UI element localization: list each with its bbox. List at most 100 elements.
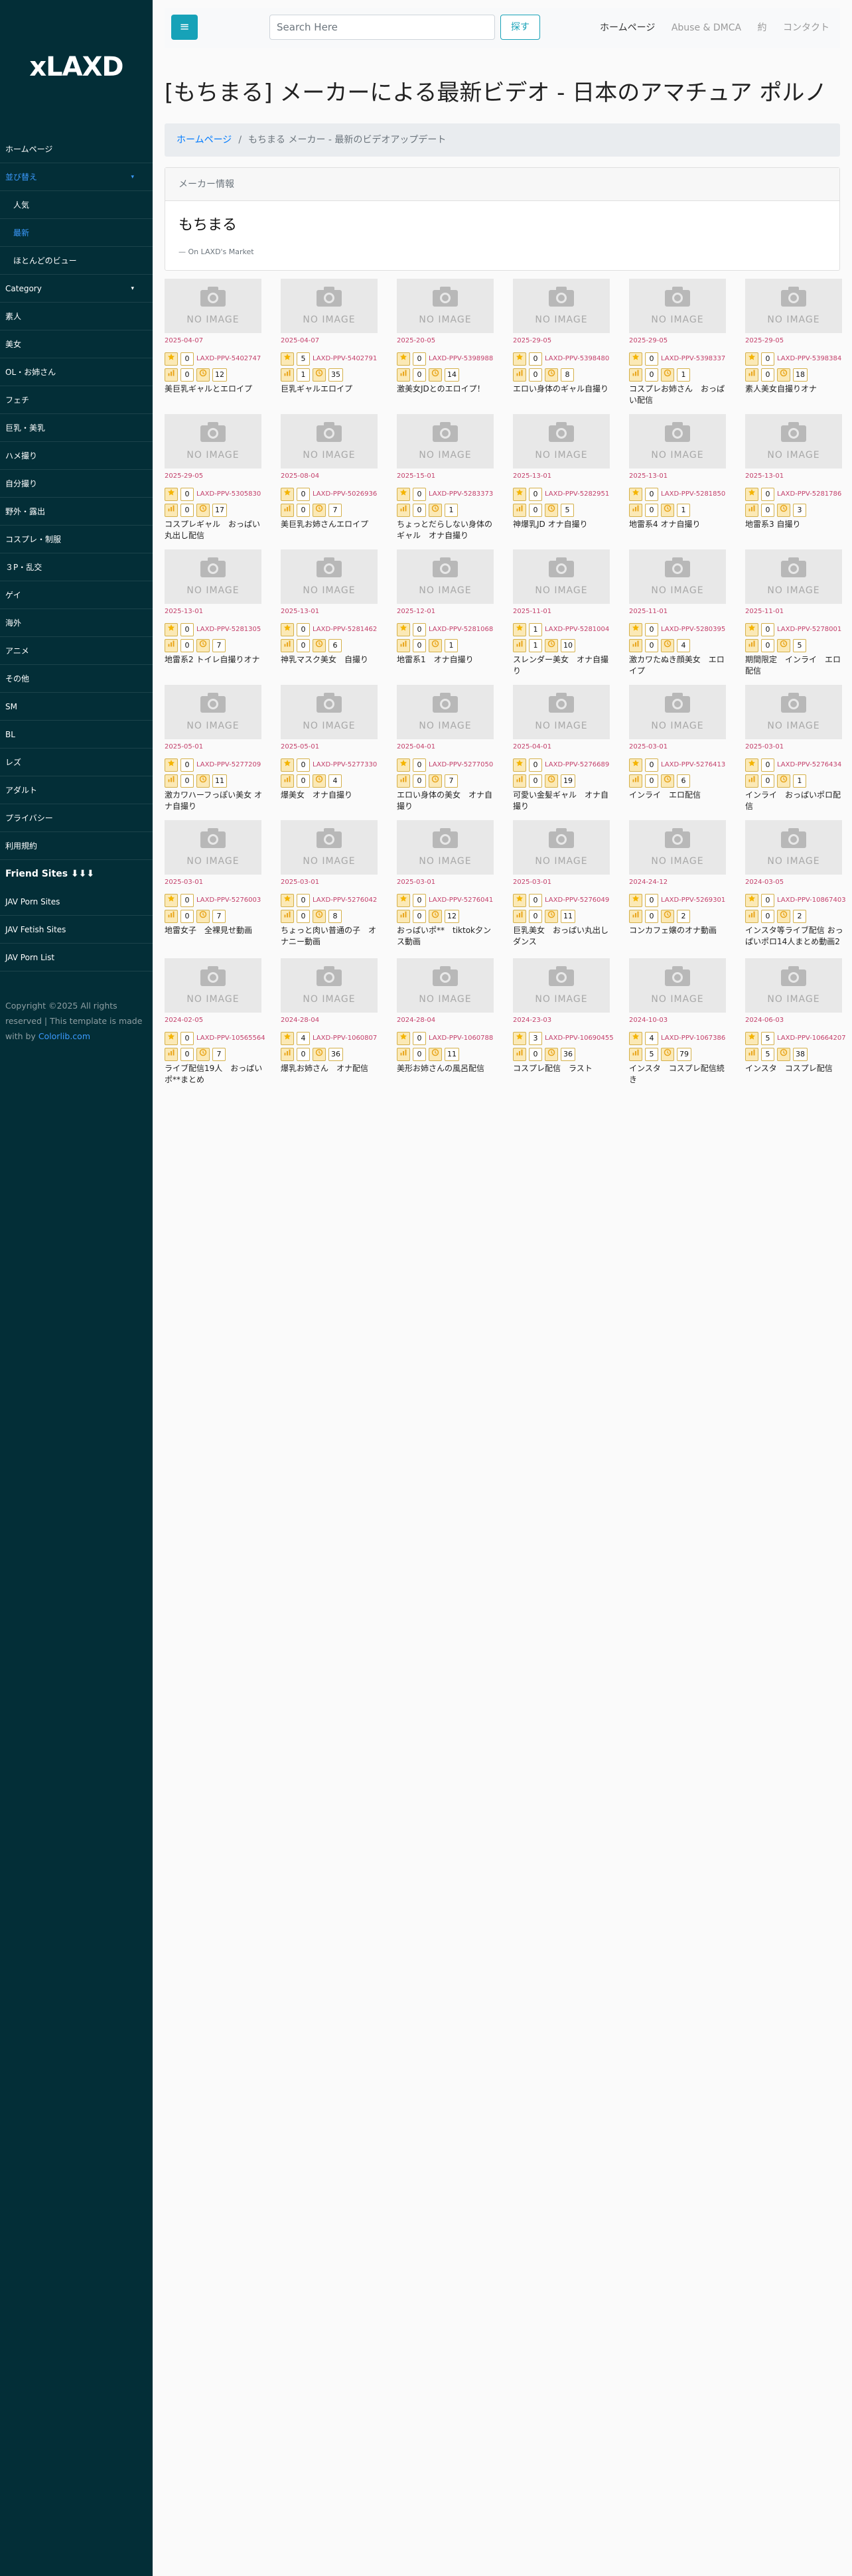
colorlib-link[interactable]: Colorlib.com [38,1031,90,1041]
video-thumbnail[interactable]: NO IMAGE [513,958,610,1013]
video-thumbnail[interactable]: NO IMAGE [745,958,842,1013]
video-thumbnail[interactable]: NO IMAGE [745,279,842,333]
video-title-link[interactable]: エロい身体の美女 オナ自撮り [397,790,495,812]
video-thumbnail[interactable]: NO IMAGE [397,414,494,468]
video-card[interactable]: NO IMAGE 2025-15-01 0 LAXD-PPV-5283373 0 1 ちょっ… [397,414,496,540]
video-title-link[interactable]: コスプレ配信 ラスト [513,1063,611,1074]
video-card[interactable]: NO IMAGE 2025-04-07 5 LAXD-PPV-5402791 1 35 巨乳… [281,279,380,405]
video-card[interactable]: NO IMAGE 2025-03-01 0 LAXD-PPV-5276003 0 7 地雷女… [165,820,264,946]
video-thumbnail[interactable]: NO IMAGE [745,549,842,604]
video-thumbnail[interactable]: NO IMAGE [745,820,842,875]
video-card[interactable]: NO IMAGE 2025-13-01 0 LAXD-PPV-5281305 0 7 地雷系… [165,549,264,676]
video-card[interactable]: NO IMAGE 2025-13-01 0 LAXD-PPV-5281786 0 3 地雷系… [745,414,845,540]
nav-home-link[interactable]: ホームページ [600,23,655,33]
sidebar-item[interactable]: プライバシー [0,804,153,832]
search-button[interactable]: 探す [500,15,540,40]
video-thumbnail[interactable]: NO IMAGE [745,685,842,739]
video-title-link[interactable]: スレンダー美女 オナ自撮り [513,654,611,677]
video-card[interactable]: NO IMAGE 2025-03-01 0 LAXD-PPV-5276041 0 12 おっ… [397,820,496,946]
video-card[interactable]: NO IMAGE 2025-08-04 0 LAXD-PPV-5026936 0 7 美巨乳… [281,414,380,540]
video-card[interactable]: NO IMAGE 2025-04-01 0 LAXD-PPV-5276689 0 19 可愛… [513,685,612,811]
video-thumbnail[interactable]: NO IMAGE [165,820,261,875]
sidebar-item[interactable]: ３P・乱交 [0,553,153,581]
video-thumbnail[interactable]: NO IMAGE [513,279,610,333]
video-thumbnail[interactable]: NO IMAGE [165,958,261,1013]
video-thumbnail[interactable]: NO IMAGE [629,414,726,468]
video-thumbnail[interactable]: NO IMAGE [281,279,378,333]
video-thumbnail[interactable]: NO IMAGE [281,820,378,875]
video-title-link[interactable]: インライ エロ配信 [629,790,727,801]
video-title-link[interactable]: 爆乳お姉さん オナ配信 [281,1063,379,1074]
video-thumbnail[interactable]: NO IMAGE [165,685,261,739]
sidebar-item[interactable]: OL・お姉さん [0,358,153,386]
video-thumbnail[interactable]: NO IMAGE [165,279,261,333]
video-thumbnail[interactable]: NO IMAGE [397,820,494,875]
sidebar-item[interactable]: 並び替え ▾ [0,163,153,191]
video-card[interactable]: NO IMAGE 2025-11-01 0 LAXD-PPV-5280395 0 4 激カワ… [629,549,729,676]
nav-about-link[interactable]: 約 [758,23,767,33]
sidebar-item[interactable]: ほとんどのビュー [0,247,153,275]
sidebar-item[interactable]: フェチ [0,386,153,414]
sidebar-item[interactable]: コスプレ・制服 [0,526,153,553]
video-card[interactable]: NO IMAGE 2025-03-01 0 LAXD-PPV-5276049 0 11 巨乳… [513,820,612,946]
sidebar-item[interactable]: JAV Fetish Sites [0,916,153,944]
video-thumbnail[interactable]: NO IMAGE [513,820,610,875]
video-card[interactable]: NO IMAGE 2025-29-05 0 LAXD-PPV-5398337 0 1 コスプ… [629,279,729,405]
video-card[interactable]: NO IMAGE 2024-06-03 5 LAXD-PPV-10664207 5 38 イ… [745,958,846,1084]
video-title-link[interactable]: ちょっと肉い普通の子 オナニー動画 [281,925,379,948]
video-card[interactable]: NO IMAGE 2024-24-12 0 LAXD-PPV-5269301 0 2 コンカ… [629,820,729,946]
video-title-link[interactable]: 激カワたぬき顔美女 エロイプ [629,654,727,677]
video-title-link[interactable]: ちょっとだらしない身体のギャル オナ自撮り [397,519,495,541]
video-card[interactable]: NO IMAGE 2025-05-01 0 LAXD-PPV-5277209 0 11 激カ… [165,685,264,811]
video-card[interactable]: NO IMAGE 2025-03-01 0 LAXD-PPV-5276042 0 8 ちょっ… [281,820,380,946]
video-title-link[interactable]: コスプレギャル おっぱい丸出し配信 [165,519,263,541]
breadcrumb-home-link[interactable]: ホームページ [177,135,232,145]
video-thumbnail[interactable]: NO IMAGE [513,414,610,468]
sidebar-item[interactable]: その他 [0,665,153,693]
video-thumbnail[interactable]: NO IMAGE [629,685,726,739]
sidebar-item[interactable]: 素人 [0,303,153,330]
video-title-link[interactable]: 素人美女自撮りオナ [745,384,843,395]
video-title-link[interactable]: ライブ配信19人 おっぱいポ**まとめ [165,1063,263,1086]
video-title-link[interactable]: インライ おっぱいポロ配信 [745,790,843,812]
video-card[interactable]: NO IMAGE 2025-29-05 0 LAXD-PPV-5398384 0 18 素人… [745,279,845,405]
video-card[interactable]: NO IMAGE 2025-13-01 0 LAXD-PPV-5282951 0 5 神爆乳… [513,414,612,540]
sidebar-item[interactable]: アダルト [0,776,153,804]
video-thumbnail[interactable]: NO IMAGE [397,958,494,1013]
video-title-link[interactable]: 期間限定 インライ エロ配信 [745,654,843,677]
video-thumbnail[interactable]: NO IMAGE [397,279,494,333]
video-card[interactable]: NO IMAGE 2024-02-05 0 LAXD-PPV-10565564 0 7 ライ… [165,958,265,1086]
sidebar-item[interactable]: 巨乳・美乳 [0,414,153,442]
video-card[interactable]: NO IMAGE 2025-13-01 0 LAXD-PPV-5281850 0 1 地雷系… [629,414,729,540]
sidebar-item[interactable]: JAV Porn List [0,944,153,971]
sidebar-item[interactable]: レズ [0,749,153,776]
sidebar-item[interactable]: 人気 [0,191,153,219]
video-thumbnail[interactable]: NO IMAGE [629,549,726,604]
video-title-link[interactable]: コスプレお姉さん おっぱい配信 [629,384,727,406]
video-card[interactable]: NO IMAGE 2024-28-04 4 LAXD-PPV-1060807 0 36 爆乳… [281,958,380,1084]
video-title-link[interactable]: 可愛い金髪ギャル オナ自撮り [513,790,611,812]
menu-toggle-button[interactable]: ≡ [171,15,198,40]
sidebar-item[interactable]: 美女 [0,330,153,358]
nav-contact-link[interactable]: コンタクト [783,23,829,33]
video-thumbnail[interactable]: NO IMAGE [629,279,726,333]
video-card[interactable]: NO IMAGE 2025-29-05 0 LAXD-PPV-5305830 0 17 コス… [165,414,264,540]
video-thumbnail[interactable]: NO IMAGE [165,549,261,604]
sidebar-item[interactable]: アニメ [0,637,153,665]
video-title-link[interactable]: 激美女JDとのエロイプ！ [397,384,495,395]
video-title-link[interactable]: インスタ コスプレ配信 [745,1063,843,1074]
sidebar-item[interactable]: 最新 [0,219,153,247]
video-title-link[interactable]: 地雷女子 全裸見せ動画 [165,925,263,936]
video-card[interactable]: NO IMAGE 2025-29-05 0 LAXD-PPV-5398480 0 8 エロい… [513,279,612,405]
video-card[interactable]: NO IMAGE 2025-03-01 0 LAXD-PPV-5276434 0 1 インラ… [745,685,845,811]
video-title-link[interactable]: 地雷系1 オナ自撮り [397,654,495,666]
video-thumbnail[interactable]: NO IMAGE [397,549,494,604]
video-title-link[interactable]: 美形お姉さんの風呂配信 [397,1063,495,1074]
video-card[interactable]: NO IMAGE 2025-11-01 1 LAXD-PPV-5281004 1 10 スレ… [513,549,612,676]
sidebar-item[interactable]: BL [0,721,153,749]
video-thumbnail[interactable]: NO IMAGE [629,958,726,1013]
video-title-link[interactable]: 美巨乳ギャルとエロイプ [165,384,263,395]
video-title-link[interactable]: 巨乳ギャルエロイプ [281,384,379,395]
video-title-link[interactable]: 地雷系2 トイレ自撮りオナ [165,654,263,666]
video-title-link[interactable]: 爆美女 オナ自撮り [281,790,379,801]
